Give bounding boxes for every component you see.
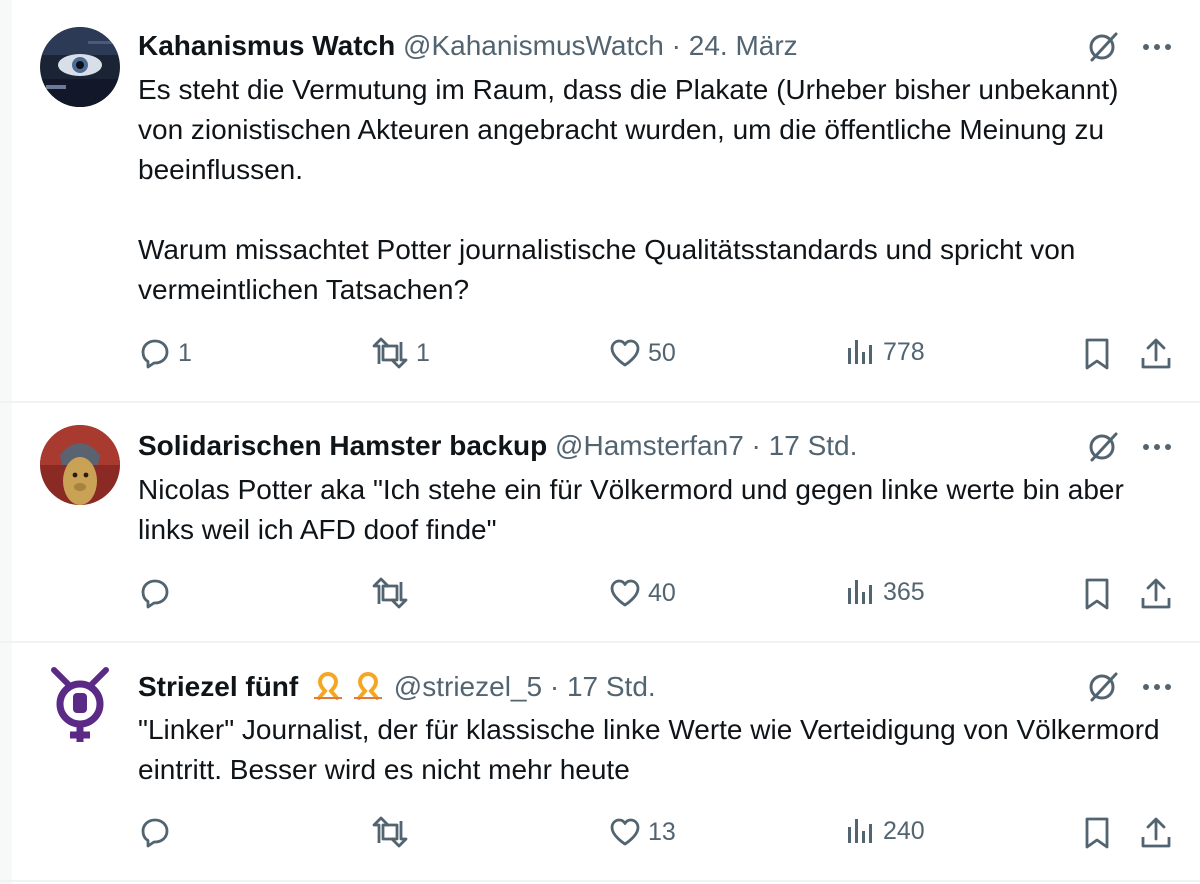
tweet-2[interactable]: Solidarischen Hamster backup @Hamsterfan… xyxy=(0,403,1200,643)
share-button[interactable] xyxy=(1138,576,1174,612)
avatar-solidarischen-hamster[interactable] xyxy=(40,425,120,505)
tweet-actions: 1 1 50 778 xyxy=(0,336,1200,376)
repost-button[interactable] xyxy=(370,576,416,610)
reply-icon xyxy=(138,815,172,849)
reply-button[interactable] xyxy=(138,815,178,849)
tweet-actions: 40 365 xyxy=(0,576,1200,616)
views-count: 778 xyxy=(883,337,925,366)
author-handle[interactable]: @Hamsterfan7 xyxy=(555,430,744,461)
views-button[interactable]: 365 xyxy=(845,576,925,608)
views-icon xyxy=(845,336,877,368)
views-count: 240 xyxy=(883,816,925,845)
reply-icon xyxy=(138,336,172,370)
grok-icon[interactable] xyxy=(1086,670,1120,704)
reply-button[interactable] xyxy=(138,576,178,610)
tweet-top-icons xyxy=(1086,430,1172,464)
reply-button[interactable]: 1 xyxy=(138,336,192,370)
timestamp[interactable]: 17 Std. xyxy=(567,671,656,702)
author-name[interactable]: Solidarischen Hamster backup xyxy=(138,430,547,461)
views-button[interactable]: 240 xyxy=(845,815,925,847)
more-icon[interactable] xyxy=(1142,42,1172,52)
separator-dot: · xyxy=(751,430,761,461)
share-button[interactable] xyxy=(1138,815,1174,851)
reply-count: 1 xyxy=(178,338,192,367)
share-icon xyxy=(1138,336,1174,372)
separator-dot: · xyxy=(549,670,560,702)
repost-icon xyxy=(370,576,410,610)
share-icon xyxy=(1138,815,1174,851)
tweet-text: Nicolas Potter aka "Ich stehe ein für Vö… xyxy=(138,474,1132,545)
awareness-ribbon-icon xyxy=(310,670,346,707)
tweet-text: "Linker" Journalist, der für klassische … xyxy=(138,714,1168,785)
timestamp[interactable]: 24. März xyxy=(689,30,798,61)
like-count: 13 xyxy=(648,817,676,846)
tweet-top-icons xyxy=(1086,670,1172,704)
bookmark-button[interactable] xyxy=(1082,576,1112,612)
tweet-header: Striezel fünf @striezel_5 · 17 Std. xyxy=(138,670,656,707)
like-button[interactable]: 40 xyxy=(608,576,676,610)
bookmark-icon xyxy=(1082,815,1112,851)
like-count: 40 xyxy=(648,578,676,607)
avatar-kahanismus-watch[interactable] xyxy=(40,27,120,107)
more-icon[interactable] xyxy=(1142,442,1172,452)
tweet-header: Solidarischen Hamster backup @Hamsterfan… xyxy=(138,430,857,462)
like-icon xyxy=(608,576,642,610)
share-icon xyxy=(1138,576,1174,612)
tweet-3[interactable]: Striezel fünf @striezel_5 · 17 Std. "Lin… xyxy=(0,643,1200,884)
grok-icon[interactable] xyxy=(1086,30,1120,64)
repost-count: 1 xyxy=(416,338,430,367)
like-button[interactable]: 50 xyxy=(608,336,676,370)
avatar-striezel-fuenf[interactable] xyxy=(40,666,120,746)
awareness-ribbon-icon xyxy=(350,670,386,707)
repost-button[interactable]: 1 xyxy=(370,336,430,370)
views-icon xyxy=(845,576,877,608)
like-icon xyxy=(608,815,642,849)
repost-button[interactable] xyxy=(370,815,416,849)
reply-icon xyxy=(138,576,172,610)
bookmark-icon xyxy=(1082,576,1112,612)
bookmark-icon xyxy=(1082,336,1112,372)
like-button[interactable]: 13 xyxy=(608,815,676,849)
tweet-1[interactable]: Kahanismus Watch @KahanismusWatch · 24. … xyxy=(0,0,1200,403)
views-count: 365 xyxy=(883,577,925,606)
tweet-header: Kahanismus Watch @KahanismusWatch · 24. … xyxy=(138,30,798,62)
tweet-top-icons xyxy=(1086,30,1172,64)
timestamp[interactable]: 17 Std. xyxy=(769,430,858,461)
tweet-actions: 13 240 xyxy=(0,815,1200,855)
divider xyxy=(0,880,1200,882)
bookmark-button[interactable] xyxy=(1082,336,1112,372)
bookmark-button[interactable] xyxy=(1082,815,1112,851)
separator-dot: · xyxy=(671,30,681,61)
share-button[interactable] xyxy=(1138,336,1174,372)
author-handle[interactable]: @KahanismusWatch xyxy=(403,30,664,61)
tweet-text: Es steht die Vermutung im Raum, dass die… xyxy=(138,74,1119,305)
author-handle[interactable]: @striezel_5 xyxy=(394,671,542,702)
more-icon[interactable] xyxy=(1142,682,1172,692)
author-name[interactable]: Striezel fünf xyxy=(138,671,298,702)
repost-icon xyxy=(370,815,410,849)
views-button[interactable]: 778 xyxy=(845,336,925,368)
views-icon xyxy=(845,815,877,847)
like-icon xyxy=(608,336,642,370)
reply-feed: Kahanismus Watch @KahanismusWatch · 24. … xyxy=(0,0,1200,884)
author-name[interactable]: Kahanismus Watch xyxy=(138,30,395,61)
repost-icon xyxy=(370,336,410,370)
grok-icon[interactable] xyxy=(1086,430,1120,464)
like-count: 50 xyxy=(648,338,676,367)
